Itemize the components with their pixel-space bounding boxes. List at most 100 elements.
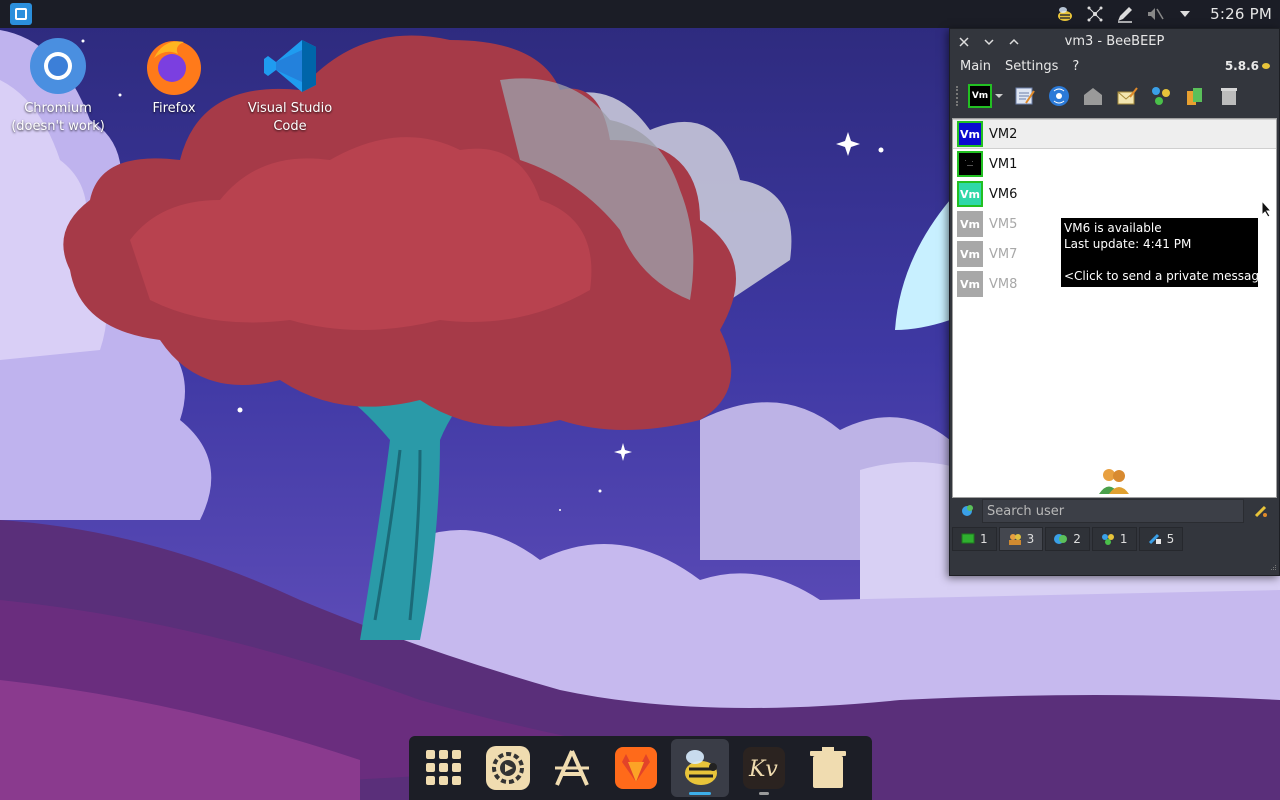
menu-bar: Main Settings ? 5.8.6 xyxy=(950,55,1279,77)
pen-icon[interactable] xyxy=(1115,4,1135,24)
application-launcher-icon[interactable] xyxy=(10,3,32,25)
network-broadcast-button[interactable] xyxy=(1047,84,1071,108)
tab-count: 1 xyxy=(980,532,988,546)
user-name: VM2 xyxy=(989,126,1018,142)
resize-grip-icon[interactable] xyxy=(1269,565,1277,573)
search-options-icon[interactable] xyxy=(959,503,975,519)
home-button[interactable] xyxy=(1081,84,1105,108)
avatar-text: Vm xyxy=(960,127,980,141)
avatar-text: Vm xyxy=(960,277,980,291)
tab-users[interactable]: 3 xyxy=(998,527,1044,551)
tab-plugins[interactable]: 1 xyxy=(1091,527,1137,551)
user-list[interactable]: Vm VM2 VM1 Vm VM6 Vm VM5 Vm VM7 Vm VM8 xyxy=(952,118,1277,498)
dock-trash[interactable] xyxy=(799,739,857,797)
window-title: vm3 - BeeBEEP xyxy=(1064,34,1165,49)
desktop-icon-firefox[interactable]: Firefox xyxy=(124,36,224,118)
message-icon xyxy=(1117,87,1138,105)
file-transfer-icon xyxy=(1148,533,1161,545)
desktop-icon-label: (doesn't work) xyxy=(11,119,105,134)
firefox-icon xyxy=(144,36,204,96)
avatar: Vm xyxy=(957,181,983,207)
menu-main[interactable]: Main xyxy=(960,59,991,74)
running-indicator xyxy=(759,792,769,795)
toolbar: Vm xyxy=(950,79,1279,113)
user-name: VM5 xyxy=(989,216,1018,232)
clock[interactable]: 5:26 PM xyxy=(1210,5,1272,23)
user-row-vm1[interactable]: VM1 xyxy=(953,149,1276,179)
window-titlebar[interactable]: vm3 - BeeBEEP xyxy=(950,29,1279,55)
tab-groups[interactable]: 2 xyxy=(1045,527,1090,551)
clear-search-icon[interactable] xyxy=(1253,503,1269,519)
tooltip-line: VM6 is available xyxy=(1064,221,1162,235)
app-store-icon xyxy=(555,750,589,786)
bottom-tabs: 1 3 2 1 5 xyxy=(952,527,1185,551)
avatar-text: Vm xyxy=(960,187,980,201)
profile-edit-icon xyxy=(1015,87,1035,105)
files-icon xyxy=(1187,88,1202,105)
trash-icon xyxy=(810,747,846,788)
menu-settings[interactable]: Settings xyxy=(1005,59,1058,74)
tab-count: 1 xyxy=(1119,532,1128,546)
expand-tray-icon[interactable] xyxy=(1175,4,1195,24)
audio-muted-icon[interactable] xyxy=(1145,4,1165,24)
desktop-icon-vscode[interactable]: Visual Studio Code xyxy=(240,36,340,136)
groups-icon xyxy=(1054,534,1068,544)
dock-app-grid[interactable] xyxy=(415,739,473,797)
message-button[interactable] xyxy=(1115,84,1139,108)
dock-app-store[interactable] xyxy=(543,739,601,797)
system-tray: 5:26 PM xyxy=(1050,0,1280,28)
plugins-icon xyxy=(1152,87,1170,105)
trash-button[interactable] xyxy=(1217,84,1241,108)
version-label[interactable]: 5.8.6 xyxy=(1225,59,1271,73)
user-row-vm6[interactable]: Vm VM6 xyxy=(953,179,1276,209)
vscode-icon xyxy=(260,36,320,96)
user-tooltip: VM6 is available Last update: 4:41 PM <C… xyxy=(1061,218,1276,287)
status-avatar-text: Vm xyxy=(971,91,989,101)
avatar xyxy=(957,151,983,177)
avatar: Vm xyxy=(957,211,983,237)
version-text: 5.8.6 xyxy=(1224,59,1259,73)
user-name: VM1 xyxy=(989,156,1018,172)
avatar: Vm xyxy=(957,121,983,147)
beebeep-window: vm3 - BeeBEEP Main Settings ? 5.8.6 Vm V… xyxy=(949,28,1280,576)
user-name: VM8 xyxy=(989,276,1018,292)
status-avatar-button[interactable]: Vm xyxy=(968,84,992,108)
plugins-button[interactable] xyxy=(1149,84,1173,108)
toolbar-handle[interactable] xyxy=(956,86,962,106)
chromium-icon xyxy=(28,36,88,96)
avatar-text: Vm xyxy=(960,247,980,261)
files-button[interactable] xyxy=(1183,84,1207,108)
search-user-input[interactable] xyxy=(982,499,1244,523)
search-bar xyxy=(950,496,1277,526)
dropdown-arrow-icon[interactable] xyxy=(995,92,1003,100)
tab-file-transfers[interactable]: 5 xyxy=(1138,527,1184,551)
dock-beebeep[interactable] xyxy=(671,739,729,797)
kvantum-icon: Kv xyxy=(743,747,785,789)
tab-chats[interactable]: 1 xyxy=(952,527,997,551)
settings-icon xyxy=(486,746,530,790)
avatar-text: Vm xyxy=(960,217,980,231)
dock-kvantum[interactable]: Kv xyxy=(735,739,793,797)
user-row-vm2[interactable]: Vm VM2 xyxy=(953,119,1276,149)
menu-help[interactable]: ? xyxy=(1072,59,1079,74)
home-icon xyxy=(1084,88,1102,105)
plugins-icon xyxy=(1101,534,1114,545)
desktop-icon-chromium[interactable]: Chromium (doesn't work) xyxy=(8,36,108,136)
desktop-icon-label: Firefox xyxy=(152,101,196,116)
tab-count: 2 xyxy=(1073,532,1081,546)
users-icon xyxy=(1008,534,1021,545)
tab-count: 3 xyxy=(1026,532,1035,546)
tooltip-line: Last update: 4:41 PM xyxy=(1064,237,1192,251)
tooltip-spacer xyxy=(1064,252,1255,268)
beebeep-tray-icon[interactable] xyxy=(1055,4,1075,24)
top-panel: 5:26 PM xyxy=(0,0,1280,28)
profile-edit-button[interactable] xyxy=(1013,84,1037,108)
dock-settings[interactable] xyxy=(479,739,537,797)
users-group-icon xyxy=(1099,469,1129,494)
gitlab-icon xyxy=(615,747,657,789)
app-grid-icon xyxy=(426,750,461,785)
dock-gitlab[interactable] xyxy=(607,739,665,797)
desktop-icon-label: Code xyxy=(273,119,307,134)
network-icon[interactable] xyxy=(1085,4,1105,24)
network-broadcast-icon xyxy=(1049,86,1069,106)
